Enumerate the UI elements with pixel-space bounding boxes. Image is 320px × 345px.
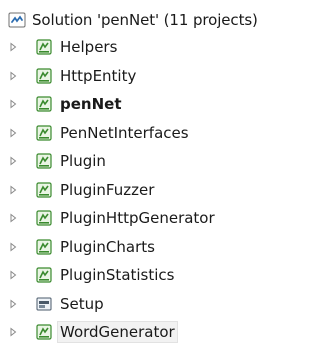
project-node-plugin[interactable]: Plugin [8,148,106,174]
project-label: Plugin [60,152,106,170]
project-node-wordgenerator[interactable]: WordGenerator [8,319,178,345]
project-node-httpentity[interactable]: HttpEntity [8,63,136,89]
csharp-project-icon [36,67,52,84]
expand-arrow-icon[interactable] [8,127,18,138]
project-label: PluginCharts [60,237,155,256]
csharp-project-icon [36,324,52,340]
project-label: WordGenerator [57,321,178,343]
expand-arrow-icon[interactable] [8,184,18,195]
solution-explorer-tree: Solution 'penNet' (11 projects) Helpers H… [0,0,297,343]
expand-arrow-icon[interactable] [8,241,18,252]
csharp-project-icon [36,238,52,255]
project-node-helpers[interactable]: Helpers [8,34,117,60]
project-node-pennet[interactable]: penNet [8,91,122,117]
project-label: Setup [60,294,104,313]
csharp-project-icon [36,39,52,55]
csharp-project-icon [36,124,52,141]
project-label: PluginStatistics [60,266,175,284]
project-label: PluginFuzzer [60,180,155,199]
expand-arrow-icon[interactable] [8,327,18,337]
expand-arrow-icon[interactable] [8,270,18,280]
csharp-project-icon [36,210,52,226]
project-label: Helpers [60,38,118,56]
expand-arrow-icon[interactable] [8,42,18,52]
csharp-project-icon [36,267,52,283]
project-node-pennetinterfaces[interactable]: PenNetInterfaces [8,120,189,146]
expand-arrow-icon[interactable] [8,213,18,223]
csharp-project-icon [36,181,52,198]
visual-studio-solution-icon [8,12,26,28]
solution-label: Solution 'penNet' (11 projects) [32,11,258,29]
project-node-pluginhttpgenerator[interactable]: PluginHttpGenerator [8,205,215,231]
project-label: penNet [60,95,122,113]
project-label: PenNetInterfaces [60,123,189,142]
expand-arrow-icon[interactable] [8,70,18,81]
solution-node[interactable]: Solution 'penNet' (11 projects) [8,7,258,33]
project-node-pluginfuzzer[interactable]: PluginFuzzer [8,177,154,203]
csharp-project-icon [36,96,52,112]
expand-arrow-icon[interactable] [8,298,18,309]
expand-arrow-icon[interactable] [8,156,18,166]
csharp-project-icon [36,153,52,169]
project-node-plugincharts[interactable]: PluginCharts [8,234,155,260]
expand-arrow-icon[interactable] [8,99,18,109]
project-node-pluginstatistics[interactable]: PluginStatistics [8,262,175,288]
project-node-setup[interactable]: Setup [8,291,104,317]
setup-project-icon [36,297,52,310]
project-label: PluginHttpGenerator [60,209,215,227]
project-label: HttpEntity [60,66,137,85]
